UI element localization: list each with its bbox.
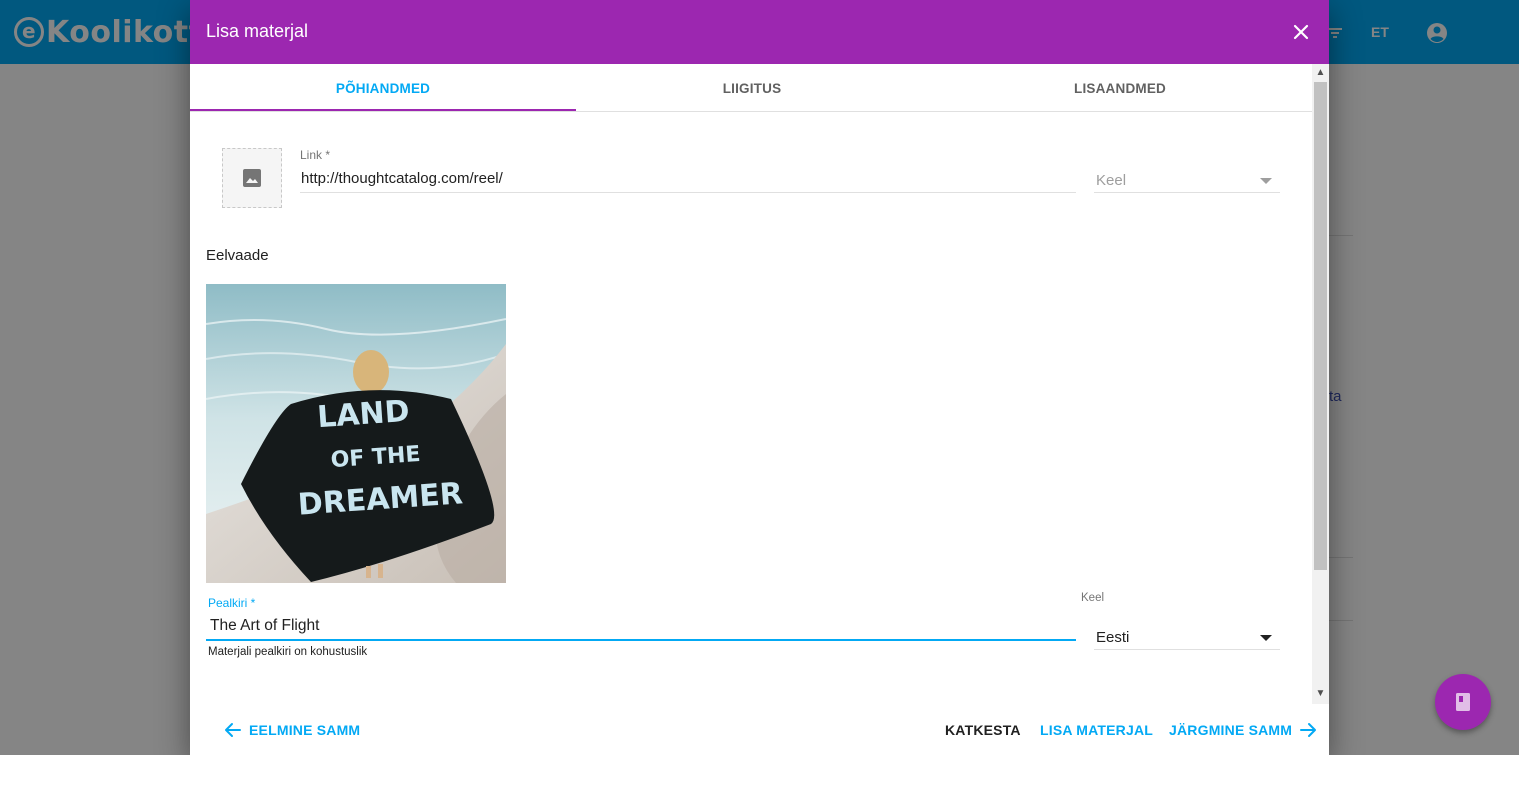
- preview-image: LAND OF THE DREAMER: [205, 284, 507, 583]
- thumbnail-placeholder[interactable]: [222, 148, 282, 208]
- previous-step-button[interactable]: EELMINE SAMM: [224, 712, 360, 748]
- tab-pohiandmed[interactable]: PÕHIANDMED: [190, 64, 576, 112]
- dialog-tabs: PÕHIANDMED LIIGITUS LISAANDMED: [190, 64, 1312, 112]
- preview-image-line-1: LAND: [316, 394, 411, 435]
- add-material-fab[interactable]: [1435, 674, 1491, 730]
- link-underline: [300, 192, 1076, 193]
- title-language-select[interactable]: Eesti: [1096, 629, 1129, 646]
- scrollbar-thumb[interactable]: [1314, 82, 1327, 570]
- image-icon: [243, 169, 261, 187]
- add-material-dialog: Lisa materjal PÕHIANDMED LIIGITUS LISAAN…: [190, 0, 1329, 755]
- cancel-button[interactable]: KATKESTA: [945, 712, 1021, 748]
- link-label: Link *: [300, 148, 331, 162]
- close-icon[interactable]: [1289, 20, 1313, 44]
- previous-step-label: EELMINE SAMM: [249, 722, 361, 738]
- arrow-left-icon: [225, 723, 241, 737]
- arrow-right-icon: [1300, 723, 1317, 737]
- link-language-select[interactable]: Keel: [1096, 172, 1126, 189]
- tab-ink-bar: [190, 109, 576, 111]
- preview-heading: Eelvaade: [206, 247, 269, 264]
- book-icon: [1456, 693, 1470, 711]
- next-step-label: JÄRGMINE SAMM: [1169, 722, 1293, 738]
- title-language-underline: [1094, 649, 1280, 650]
- page-bottom-margin: [0, 755, 1519, 799]
- scroll-up-icon[interactable]: ▲: [1314, 65, 1327, 81]
- title-hint: Materjali pealkiri on kohustuslik: [208, 646, 368, 658]
- dialog-toolbar: Lisa materjal: [190, 0, 1329, 64]
- link-language-underline: [1094, 192, 1280, 193]
- title-label: Pealkiri *: [208, 596, 256, 610]
- title-underline: [206, 639, 1076, 641]
- tab-liigitus[interactable]: LIIGITUS: [576, 64, 928, 112]
- title-language-label: Keel: [1081, 592, 1105, 604]
- title-input[interactable]: The Art of Flight: [210, 617, 319, 635]
- chevron-down-icon: [1260, 178, 1272, 184]
- next-step-button[interactable]: JÄRGMINE SAMM: [1169, 712, 1317, 748]
- add-material-button[interactable]: LISA MATERJAL: [1040, 712, 1153, 748]
- tab-lisaandmed[interactable]: LISAANDMED: [928, 64, 1312, 112]
- page: e Koolikott ET ta Lisa materjal PÕHIANDM…: [0, 0, 1519, 755]
- chevron-down-icon: [1260, 635, 1272, 641]
- link-input[interactable]: http://thoughtcatalog.com/reel/: [301, 170, 503, 187]
- dialog-title: Lisa materjal: [206, 21, 309, 41]
- scroll-down-icon[interactable]: ▼: [1314, 686, 1327, 702]
